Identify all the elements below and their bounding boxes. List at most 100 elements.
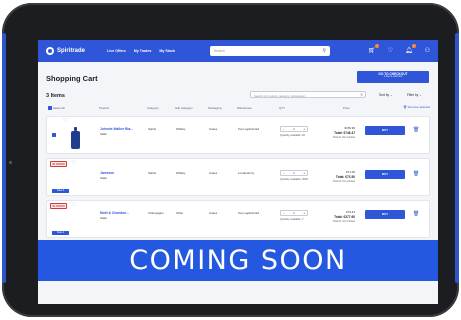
cart-row: ♡ Johnnie Walker Bla... Seller Spirits W… bbox=[46, 116, 430, 154]
brand-name: Spiritrade bbox=[57, 48, 86, 54]
price-note: Total for 10 included bbox=[332, 180, 355, 183]
sort-by-dropdown[interactable]: Sort by ⌄ bbox=[379, 93, 393, 97]
go-to-checkout-button[interactable]: GO TO CHECKOUT 3 items selected bbox=[357, 71, 429, 83]
heart-icon[interactable]: ♡ bbox=[63, 118, 68, 124]
category: Champagne bbox=[148, 211, 164, 215]
brand-logo[interactable]: Spiritrade bbox=[46, 47, 85, 55]
buy-button[interactable]: BUY bbox=[365, 210, 405, 219]
page-title: Shopping Cart bbox=[46, 74, 98, 83]
logo-icon bbox=[46, 47, 54, 55]
trash-icon[interactable]: 🗑︎ bbox=[413, 127, 419, 133]
search-icon: ⚲ bbox=[322, 48, 326, 54]
heart-icon[interactable]: ♡ bbox=[388, 46, 393, 56]
col-qty: QTY bbox=[279, 106, 285, 110]
qty-plus[interactable]: + bbox=[303, 171, 305, 175]
buy-button[interactable]: BUY bbox=[365, 170, 405, 179]
stage: Spiritrade Live Offers My Trades My Stoc… bbox=[0, 0, 461, 320]
qty-minus[interactable]: − bbox=[283, 127, 285, 131]
bell-icon[interactable]: 🔔︎ bbox=[405, 44, 416, 56]
price-note: Total for 20 included bbox=[332, 136, 355, 139]
screen: Spiritrade Live Offers My Trades My Stoc… bbox=[38, 40, 438, 304]
total-price: Total: €73.50 bbox=[335, 175, 355, 179]
chevron-down-icon: ⌄ bbox=[390, 93, 393, 97]
product-name[interactable]: Jameson bbox=[100, 171, 114, 175]
save-it-button[interactable]: Save it bbox=[52, 189, 69, 193]
packaging: Cases bbox=[209, 127, 218, 131]
select-all[interactable]: Select All bbox=[48, 106, 65, 111]
product-name[interactable]: Moët & Chandon... bbox=[100, 211, 129, 215]
status-badge: BLOCKED bbox=[50, 161, 68, 167]
save-it-button[interactable]: Save it bbox=[52, 231, 69, 235]
col-category: Category bbox=[147, 106, 159, 110]
top-nav: Spiritrade Live Offers My Trades My Stoc… bbox=[38, 40, 438, 62]
remove-selected-link[interactable]: 🗑︎ Remove selected bbox=[403, 105, 430, 109]
product-seller: Seller bbox=[100, 176, 108, 180]
select-all-checkbox[interactable] bbox=[48, 106, 52, 111]
total-price: Total: €377.60 bbox=[334, 215, 355, 219]
total-price: Total: €746.47 bbox=[334, 131, 355, 135]
status-badge: BLOCKED bbox=[50, 203, 68, 209]
chevron-down-icon: ⌄ bbox=[419, 93, 422, 97]
heart-icon[interactable]: ♡ bbox=[71, 160, 76, 166]
tablet-frame: Spiritrade Live Offers My Trades My Stoc… bbox=[2, 3, 459, 317]
qty-minus[interactable]: − bbox=[283, 171, 285, 175]
sort-by-label: Sort by bbox=[379, 93, 390, 97]
nav-link-my-stock[interactable]: My Stock bbox=[159, 49, 175, 53]
warehouse: Top Logistics Ed bbox=[238, 211, 260, 215]
unit-price: €79.43 bbox=[346, 210, 355, 214]
qty-plus[interactable]: + bbox=[303, 127, 305, 131]
nav-links: Live Offers My Trades My Stock bbox=[107, 49, 175, 53]
quantity-stepper[interactable]: − 1 + bbox=[280, 210, 308, 216]
qty-plus[interactable]: + bbox=[303, 211, 305, 215]
coming-soon-banner: COMING SOON bbox=[38, 240, 438, 281]
checkout-sub: 3 items selected bbox=[383, 75, 403, 79]
qty-value: 1 bbox=[293, 171, 295, 175]
tablet-edge-left bbox=[2, 33, 6, 283]
qty-minus[interactable]: − bbox=[283, 211, 285, 215]
cart-search-input[interactable]: Search for product, category, subcategor… bbox=[250, 91, 366, 98]
cart-search-icon: ⚲ bbox=[360, 93, 363, 97]
remove-selected-label: Remove selected bbox=[407, 105, 430, 109]
cart-icon[interactable]: 🛒︎ bbox=[368, 44, 379, 56]
unit-price: €159.99 bbox=[344, 126, 355, 130]
qty-value: 1 bbox=[293, 127, 295, 131]
category: Spirits bbox=[148, 127, 157, 131]
product-name[interactable]: Johnnie Walker Bla... bbox=[100, 127, 133, 131]
trash-icon[interactable]: 🗑︎ bbox=[413, 211, 419, 217]
bottle-neck bbox=[74, 127, 77, 131]
camera-dot bbox=[9, 161, 12, 164]
heart-icon[interactable]: ♡ bbox=[71, 202, 76, 208]
nav-link-live-offers[interactable]: Live Offers bbox=[107, 49, 126, 53]
quantity-stepper[interactable]: − 1 + bbox=[280, 170, 308, 176]
col-warehouse: Warehouse bbox=[237, 106, 252, 110]
filter-by-dropdown[interactable]: Filter by ⌄ bbox=[407, 93, 422, 97]
trash-icon[interactable]: 🗑︎ bbox=[413, 171, 419, 177]
cart-badge bbox=[374, 44, 379, 48]
packaging: Cases bbox=[209, 171, 218, 175]
product-seller: Seller bbox=[100, 216, 108, 220]
nav-link-my-trades[interactable]: My Trades bbox=[134, 49, 152, 53]
bell-badge bbox=[411, 44, 416, 48]
cart-search-placeholder: Search for product, category, subcategor… bbox=[254, 93, 306, 98]
user-icon[interactable]: ⚇ bbox=[425, 46, 430, 56]
quantity-available: Quantity available: 20 bbox=[280, 134, 305, 137]
row-checkbox[interactable] bbox=[52, 133, 56, 137]
warehouse: Top Logistics Ed bbox=[238, 127, 260, 131]
trash-icon: 🗑︎ bbox=[403, 105, 407, 109]
product-seller: Seller bbox=[100, 132, 108, 136]
packaging: Cases bbox=[209, 211, 218, 215]
buy-button[interactable]: BUY bbox=[365, 126, 405, 135]
items-count: 3 Items bbox=[46, 93, 65, 99]
cart-row: BLOCKED ♡ Jameson Seller Spirits Whisky … bbox=[46, 158, 430, 196]
search-input[interactable]: Search ⚲ bbox=[210, 46, 330, 56]
quantity-stepper[interactable]: − 1 + bbox=[280, 126, 308, 132]
col-subcategory: Sub Category bbox=[175, 106, 193, 110]
unit-price: €71.00 bbox=[346, 170, 355, 174]
cart-row: BLOCKED ♡ Moët & Chandon... Seller Champ… bbox=[46, 200, 430, 238]
table-header: Select All Product Category Sub Category… bbox=[46, 104, 430, 112]
tablet-edge-right bbox=[455, 33, 459, 283]
filter-by-label: Filter by bbox=[407, 93, 419, 97]
product-image bbox=[71, 127, 80, 149]
quantity-available: Quantity available: 7 bbox=[280, 218, 304, 221]
col-product: Product bbox=[99, 106, 109, 110]
